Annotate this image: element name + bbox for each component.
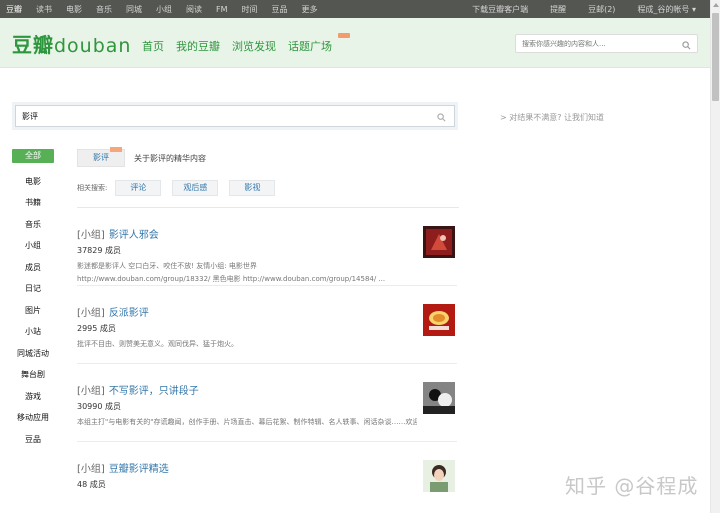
tab-row: 影评 关于影评的精华内容 [77, 147, 459, 168]
related-chip[interactable]: 影视 [229, 179, 276, 196]
search-icon[interactable] [437, 111, 446, 125]
douban-logo[interactable]: 豆瓣douban [12, 29, 131, 58]
tab-review-label: 影评 [93, 153, 109, 162]
top-nav-item[interactable]: 时间 [242, 4, 258, 15]
result-thumbnail[interactable] [423, 304, 455, 336]
tab-description: 关于影评的精华内容 [134, 153, 206, 163]
related-searches: 相关搜索: 评论 观后感 影视 [77, 179, 459, 196]
category-item[interactable]: 图片 [12, 300, 54, 322]
top-nav-bar: 豆瓣 读书 电影 音乐 同城 小组 阅读 FM 时间 豆品 更多 下载豆瓣客户端 提醒 豆邮(2) 程成_… [0, 0, 710, 18]
result-title: [小组] 影评人邪会 [77, 226, 159, 241]
category-item[interactable]: 小站 [12, 321, 54, 343]
main-nav-item[interactable]: 浏览发现 [232, 38, 276, 54]
result-thumbnail[interactable] [423, 226, 455, 258]
result-name-link[interactable]: 不写影评，只讲段子 [109, 386, 199, 397]
category-item[interactable]: 日记 [12, 278, 54, 300]
result-title: [小组] 反派影评 [77, 304, 149, 319]
results-content: 影评 关于影评的精华内容 相关搜索: 评论 观后感 影视 [小组] 影评人邪会 3782… [77, 147, 459, 513]
search-icon[interactable] [682, 39, 691, 53]
result-thumbnail[interactable] [423, 382, 455, 414]
result-members: 37829 成员 [77, 246, 121, 255]
feedback-link[interactable]: > 对结果不满意? 让我们知道 [500, 112, 604, 123]
category-item[interactable]: 小组 [12, 235, 54, 257]
category-sidebar: 全部电影 书籍 音乐 小组 成员 日记 图片 小站 同城活动 舞台剧 游戏 移动应用 豆品 [12, 149, 54, 450]
result-members: 2995 成员 [77, 324, 116, 333]
top-nav-right-item[interactable]: 提醒 [550, 4, 566, 15]
result-item: [小组] 不写影评，只讲段子 30990 成员本组主打"与电影有关的"存谎趣闻，创作… [77, 364, 457, 442]
scrollbar[interactable] [710, 0, 720, 513]
watermark: 知乎 @谷程成 [565, 474, 699, 498]
result-name-link[interactable]: 豆瓣影评精选 [109, 464, 169, 475]
top-nav-item[interactable]: 豆瓣 [6, 4, 22, 15]
top-nav-item[interactable]: 阅读 [186, 4, 202, 15]
related-chip[interactable]: 评论 [115, 179, 162, 196]
result-desc: 影迷都是影评人 空口白牙、咬住不放! 友情小组: 电影世界 [77, 262, 257, 270]
scroll-thumb[interactable] [712, 13, 719, 101]
result-members: 48 成员 [77, 480, 106, 489]
category-item[interactable]: 豆品 [12, 429, 54, 451]
top-nav-right-item[interactable]: 豆邮(2) [588, 4, 615, 15]
result-type-tag: [小组] [77, 230, 105, 241]
related-label: 相关搜索: [77, 183, 108, 192]
top-nav-right: 下载豆瓣客户端 提醒 豆邮(2) 程成_谷的帐号 ▾ [450, 0, 696, 18]
result-desc: 批评不目由、则赞美无意义。观同伐异、猛于炮火。 [77, 340, 238, 348]
main-nav: 首页 我的豆瓣 浏览发现 话题广场 [142, 33, 350, 54]
hot-badge [110, 147, 122, 152]
top-nav-item[interactable]: 同城 [126, 4, 142, 15]
header-search-input[interactable] [516, 35, 671, 53]
result-thumbnail[interactable] [423, 460, 455, 492]
tab-review[interactable]: 影评 [77, 147, 125, 167]
related-chip[interactable]: 观后感 [172, 179, 219, 196]
top-nav-item[interactable]: 豆品 [272, 4, 288, 15]
top-nav-item[interactable]: 电影 [66, 4, 82, 15]
site-header: 豆瓣douban 首页 我的豆瓣 浏览发现 话题广场 [0, 18, 710, 68]
result-title: [小组] 不写影评，只讲段子 [77, 382, 199, 397]
result-members: 30990 成员 [77, 402, 121, 411]
header-search [515, 34, 698, 53]
top-nav-left: 豆瓣 读书 电影 音乐 同城 小组 阅读 FM 时间 豆品 更多 [6, 0, 332, 18]
result-type-tag: [小组] [77, 308, 105, 319]
category-item[interactable]: 电影 [12, 171, 54, 193]
main-search [15, 105, 455, 127]
result-item: [小组] 豆瓣影评精选 48 成员 [77, 442, 457, 513]
main-search-input[interactable] [16, 106, 416, 126]
top-nav-item[interactable]: 更多 [302, 4, 318, 15]
category-item[interactable]: 全部 [12, 149, 54, 163]
top-nav-right-item[interactable]: 程成_谷的帐号 ▾ [637, 4, 696, 15]
top-nav-item[interactable]: 音乐 [96, 4, 112, 15]
category-item[interactable]: 游戏 [12, 386, 54, 408]
main-nav-item[interactable]: 我的豆瓣 [176, 38, 220, 54]
main-search-wrapper [12, 102, 458, 130]
category-item[interactable]: 舞台剧 [12, 364, 54, 386]
top-nav-item[interactable]: FM [216, 5, 228, 14]
category-item[interactable]: 成员 [12, 257, 54, 279]
category-item[interactable]: 同城活动 [12, 343, 54, 365]
result-title: [小组] 豆瓣影评精选 [77, 460, 169, 475]
results-list: [小组] 影评人邪会 37829 成员影迷都是影评人 空口白牙、咬住不放! 友情小组… [77, 208, 459, 513]
logo-en: douban [54, 35, 132, 57]
result-type-tag: [小组] [77, 386, 105, 397]
new-badge [338, 33, 350, 38]
main-nav-item[interactable]: 首页 [142, 38, 164, 54]
result-name-link[interactable]: 影评人邪会 [109, 230, 159, 241]
result-type-tag: [小组] [77, 464, 105, 475]
result-name-link[interactable]: 反派影评 [109, 308, 149, 319]
category-item[interactable]: 移动应用 [12, 407, 54, 429]
scroll-up-arrow[interactable] [713, 3, 719, 7]
top-nav-item[interactable]: 小组 [156, 4, 172, 15]
top-nav-right-item[interactable]: 下载豆瓣客户端 [472, 4, 528, 15]
logo-cn: 豆瓣 [12, 33, 54, 57]
main-nav-item[interactable]: 话题广场 [288, 38, 332, 54]
category-item[interactable]: 音乐 [12, 214, 54, 236]
result-desc-2: http://www.douban.com/group/18332/ 黑色电影 … [77, 275, 386, 283]
category-item[interactable]: 书籍 [12, 192, 54, 214]
result-item: [小组] 影评人邪会 37829 成员影迷都是影评人 空口白牙、咬住不放! 友情小组… [77, 208, 457, 286]
result-desc: 本组主打"与电影有关的"存谎趣闻，创作手册、片场直击、幕后花絮、制作特辑、名人轶… [77, 418, 417, 426]
result-item: [小组] 反派影评 2995 成员批评不目由、则赞美无意义。观同伐异、猛于炮火。 [77, 286, 457, 364]
top-nav-item[interactable]: 读书 [36, 4, 52, 15]
